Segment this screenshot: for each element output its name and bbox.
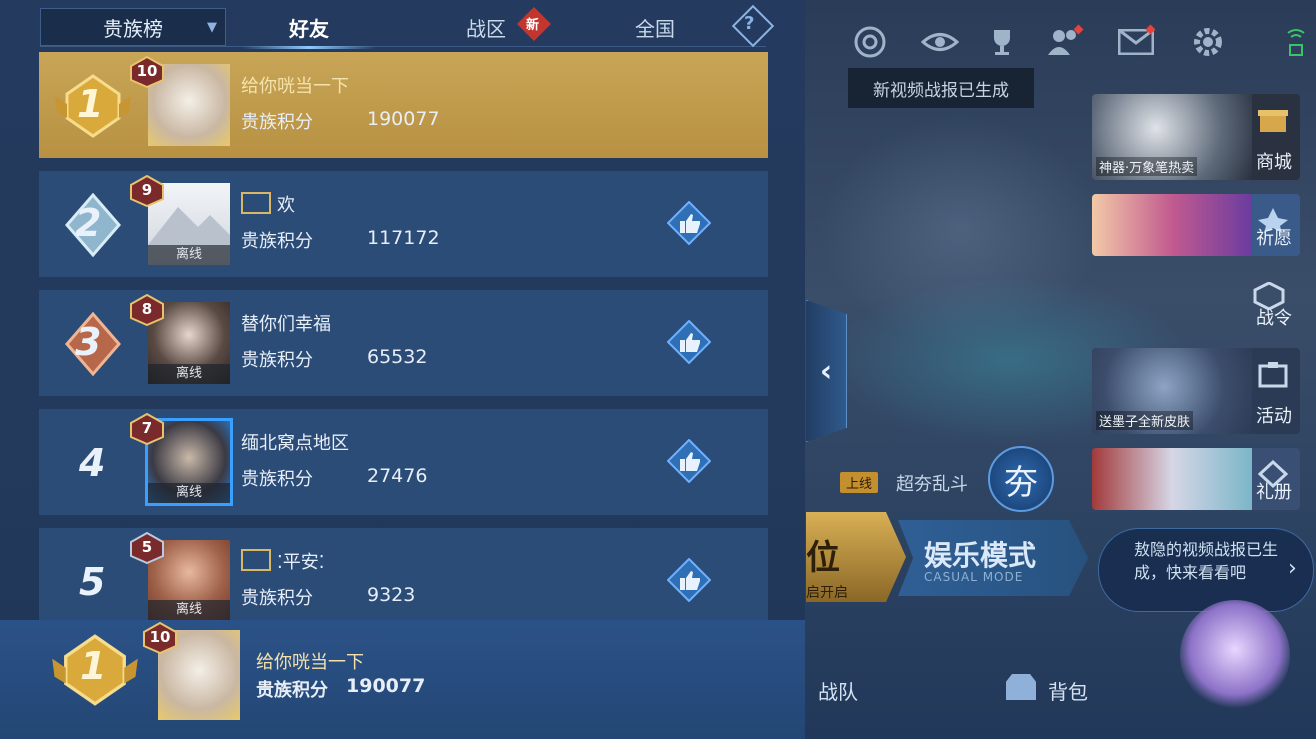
nav-team[interactable]: 战队	[818, 676, 858, 705]
tab-national[interactable]: 全国	[620, 8, 690, 46]
pet-mascot[interactable]	[1180, 600, 1290, 710]
rank-number: 2	[75, 201, 102, 245]
ranked-mode-sublabel: 启开启	[806, 585, 848, 601]
thumbs-up-icon[interactable]	[667, 439, 711, 483]
score-value: 190077	[346, 675, 426, 697]
noble-level-badge: 7	[129, 412, 165, 446]
score-value: 65532	[367, 346, 428, 368]
score-label: 贵族积分	[241, 112, 313, 133]
rank-number: 4	[79, 441, 106, 485]
noble-level-badge: 8	[129, 293, 165, 327]
chevron-left-icon: ‹	[819, 353, 833, 389]
target-icon[interactable]	[850, 22, 890, 62]
tab-national-label: 全国	[635, 16, 675, 41]
rank-number: 3	[75, 320, 102, 364]
trophy-icon[interactable]	[982, 22, 1022, 62]
chevron-right-icon: ›	[1288, 556, 1297, 581]
tab-friends-label: 好友	[289, 16, 329, 41]
backpack-icon	[1006, 674, 1036, 700]
collapse-panel-button[interactable]: ‹	[806, 300, 847, 442]
player-name: 替你们幸福	[241, 314, 331, 335]
mail-icon[interactable]	[1116, 22, 1156, 62]
online-tag: 上线	[840, 472, 879, 493]
score-value: 9323	[367, 584, 416, 606]
gear-icon[interactable]	[1188, 22, 1228, 62]
rank-number: 5	[79, 560, 106, 604]
video-report-notice-text: 敖隐的视频战报已生成，快来看看吧	[1134, 540, 1279, 582]
score-label: 贵族积分	[241, 350, 313, 371]
ranking-row[interactable]: 5 离线 5 ⁚平安⁚ 贵族积分 9323	[39, 528, 768, 620]
noble-level-badge: 10	[142, 621, 178, 655]
ranking-type-dropdown[interactable]: 贵族榜 ▼	[40, 8, 226, 46]
chevron-down-icon: ▼	[207, 20, 217, 35]
ranking-row[interactable]: 1 10 给你咣当一下 贵族积分 190077	[39, 52, 768, 158]
noble-icon	[241, 549, 271, 571]
nav-backpack[interactable]: 背包	[1048, 676, 1088, 705]
ranking-row[interactable]: 4 离线 7 缅北窝点地区 贵族积分 27476	[39, 409, 768, 515]
offline-label: 离线	[148, 364, 230, 384]
noble-level-badge: 10	[129, 55, 165, 89]
ranked-mode-label: 位	[806, 538, 840, 578]
score-label: 贵族积分	[256, 680, 328, 701]
tab-district-label: 战区	[466, 16, 506, 41]
score-value: 117172	[367, 227, 440, 249]
score-label: 贵族积分	[241, 588, 313, 609]
casual-mode-label: 娱乐模式	[924, 539, 1037, 572]
noble-level-badge: 5	[129, 531, 165, 565]
noble-icon	[241, 192, 271, 214]
tab-friends[interactable]: 好友	[242, 8, 376, 49]
shop-button[interactable]: 神器·万象笔热卖 商城	[1092, 94, 1300, 180]
player-name: 给你咣当一下	[241, 76, 349, 97]
offline-label: 离线	[148, 245, 230, 265]
rank-number: 1	[77, 82, 104, 126]
gift-book-button[interactable]: 礼册	[1092, 448, 1300, 510]
brawl-mode-text: 超夯乱斗	[896, 474, 968, 495]
my-ranking-row[interactable]: 1 10 给你咣当一下 贵族积分 190077	[0, 620, 805, 739]
casual-mode-english: CASUAL MODE	[924, 570, 1024, 584]
noble-level-badge: 9	[129, 174, 165, 208]
wifi-battery-icon	[1276, 22, 1316, 62]
dropdown-label: 贵族榜	[103, 16, 163, 41]
ranking-row[interactable]: 2 离线 9 欢 贵族积分 117172	[39, 171, 768, 277]
offline-label: 离线	[148, 483, 230, 503]
score-label: 贵族积分	[241, 231, 313, 252]
nobility-ranking-panel: 贵族榜 ▼ 好友 战区 新 全国 ? 1 10 给你咣当一下 贵族积分 1 900…	[0, 0, 805, 739]
new-badge-text: 新	[526, 18, 540, 33]
rank-number: 1	[80, 644, 107, 688]
brawl-mode-emblem[interactable]: 夯	[988, 446, 1054, 512]
active-tab-underline	[242, 46, 376, 49]
wish-button[interactable]: 祈愿	[1092, 194, 1300, 256]
player-name: 缅北窝点地区	[241, 433, 349, 454]
tab-district[interactable]: 战区	[445, 8, 527, 46]
thumbs-up-icon[interactable]	[667, 558, 711, 602]
ranking-tabs: 贵族榜 ▼ 好友 战区 新 全国 ?	[40, 4, 775, 49]
score-value: 190077	[367, 108, 440, 130]
player-name: 给你咣当一下	[256, 652, 364, 673]
battle-pass-button[interactable]: 战令	[1092, 270, 1300, 336]
thumbs-up-icon[interactable]	[667, 201, 711, 245]
thumbs-up-icon[interactable]	[667, 320, 711, 364]
offline-label: 离线	[148, 600, 230, 620]
video-report-tooltip: 新视频战报已生成	[848, 68, 1034, 108]
event-button[interactable]: 送墨子全新皮肤 活动	[1092, 348, 1300, 434]
eye-icon[interactable]	[920, 22, 960, 62]
score-value: 27476	[367, 465, 428, 487]
question-icon: ?	[744, 13, 755, 34]
ranking-row[interactable]: 3 离线 8 替你们幸福 贵族积分 65532	[39, 290, 768, 396]
player-name: ⁚平安⁚	[241, 548, 324, 574]
friends-icon[interactable]	[1044, 22, 1084, 62]
player-name: 欢	[241, 191, 295, 217]
score-label: 贵族积分	[241, 469, 313, 490]
